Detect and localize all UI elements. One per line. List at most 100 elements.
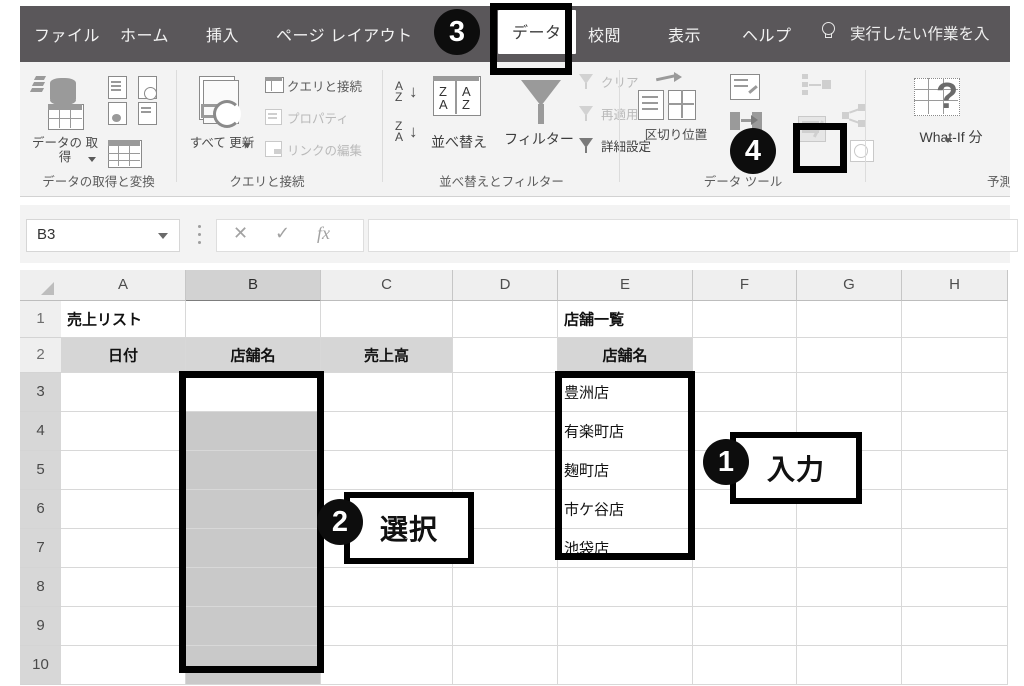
cell-A5[interactable]: [61, 451, 186, 490]
column-header-e[interactable]: E: [558, 270, 693, 301]
tab-page-layout[interactable]: ページ レイアウト: [276, 22, 413, 46]
cell-G7[interactable]: [797, 529, 902, 568]
custom-sort-icon[interactable]: Z A A Z: [433, 76, 481, 116]
row-header-3[interactable]: 3: [20, 373, 63, 412]
cell-H6[interactable]: [902, 490, 1008, 529]
sort-button-label[interactable]: 並べ替え: [431, 132, 487, 152]
consolidate-icon[interactable]: [802, 72, 836, 102]
cell-H1[interactable]: [902, 301, 1008, 338]
edit-links-item[interactable]: リンクの編集: [265, 140, 362, 159]
column-header-g[interactable]: G: [797, 270, 902, 301]
cell-A3[interactable]: [61, 373, 186, 412]
row-header-9[interactable]: 9: [20, 607, 63, 646]
cell-D1[interactable]: [453, 301, 558, 338]
cell-G3[interactable]: [797, 373, 902, 412]
cell-H7[interactable]: [902, 529, 1008, 568]
cell-A4[interactable]: [61, 412, 186, 451]
cell-G8[interactable]: [797, 568, 902, 607]
insert-function-icon[interactable]: fx: [317, 223, 330, 244]
cell-D10[interactable]: [453, 646, 558, 685]
cell-D8[interactable]: [453, 568, 558, 607]
table-icon[interactable]: [108, 140, 142, 168]
column-header-d[interactable]: D: [453, 270, 558, 301]
cell-D2[interactable]: [453, 338, 558, 373]
cell-A10[interactable]: [61, 646, 186, 685]
cell-H2[interactable]: [902, 338, 1008, 373]
text-to-columns-button[interactable]: 区切り位置: [630, 72, 722, 142]
cell-A2[interactable]: 日付: [61, 338, 186, 373]
cell-F10[interactable]: [693, 646, 797, 685]
cell-A9[interactable]: [61, 607, 186, 646]
get-data-button[interactable]: データの 取得: [26, 74, 104, 164]
cell-C5[interactable]: [321, 451, 453, 490]
row-header-10[interactable]: 10: [20, 646, 63, 685]
cell-C2[interactable]: 売上高: [321, 338, 453, 373]
cell-D5[interactable]: [453, 451, 558, 490]
cell-A1[interactable]: 売上リスト: [61, 301, 186, 338]
column-header-a[interactable]: A: [61, 270, 186, 301]
cell-E8[interactable]: [558, 568, 693, 607]
cell-F2[interactable]: [693, 338, 797, 373]
cell-G10[interactable]: [797, 646, 902, 685]
row-header-2[interactable]: 2: [20, 338, 62, 373]
cell-F7[interactable]: [693, 529, 797, 568]
cell-C4[interactable]: [321, 412, 453, 451]
cell-H5[interactable]: [902, 451, 1008, 490]
row-header-4[interactable]: 4: [20, 412, 63, 451]
tab-view[interactable]: 表示: [668, 22, 701, 46]
cell-A6[interactable]: [61, 490, 186, 529]
flash-fill-icon[interactable]: [730, 74, 764, 102]
cell-G2[interactable]: [797, 338, 902, 373]
row-header-6[interactable]: 6: [20, 490, 63, 529]
formula-input[interactable]: [368, 219, 1018, 252]
chevron-down-icon[interactable]: [88, 157, 96, 162]
cell-E10[interactable]: [558, 646, 693, 685]
row-header-5[interactable]: 5: [20, 451, 63, 490]
tab-file[interactable]: ファイル: [34, 22, 100, 46]
cell-C1[interactable]: [321, 301, 453, 338]
what-if-analysis-button[interactable]: ? What-If 分: [896, 72, 1006, 145]
tell-me-search-input[interactable]: 実行したい作業を入: [850, 22, 990, 44]
get-data-quick-icons[interactable]: [106, 74, 172, 138]
formula-bar-handle[interactable]: [198, 225, 201, 244]
cell-H3[interactable]: [902, 373, 1008, 412]
column-header-h[interactable]: H: [902, 270, 1008, 301]
cell-B2[interactable]: 店舗名: [186, 338, 321, 373]
cell-E1[interactable]: 店舗一覧: [558, 301, 693, 338]
cell-B1[interactable]: [186, 301, 321, 338]
cell-E9[interactable]: [558, 607, 693, 646]
tab-insert[interactable]: 挿入: [206, 22, 239, 46]
cancel-icon[interactable]: ✕: [233, 223, 248, 244]
row-header-8[interactable]: 8: [20, 568, 63, 607]
queries-connections-item[interactable]: クエリと接続: [265, 76, 362, 95]
cell-D4[interactable]: [453, 412, 558, 451]
select-all-corner[interactable]: [20, 270, 62, 301]
cell-H10[interactable]: [902, 646, 1008, 685]
confirm-icon[interactable]: ✓: [275, 223, 290, 244]
cell-F1[interactable]: [693, 301, 797, 338]
tab-home[interactable]: ホーム: [120, 22, 169, 46]
cell-F8[interactable]: [693, 568, 797, 607]
name-box[interactable]: B3: [26, 219, 180, 252]
row-header-1[interactable]: 1: [20, 301, 62, 338]
cell-F3[interactable]: [693, 373, 797, 412]
column-header-b[interactable]: B: [186, 270, 321, 302]
chevron-down-icon[interactable]: [243, 143, 251, 148]
cell-A7[interactable]: [61, 529, 186, 568]
sort-ascending-icon[interactable]: A Z ↓: [395, 79, 425, 106]
tab-help[interactable]: ヘルプ: [742, 22, 792, 46]
cell-H8[interactable]: [902, 568, 1008, 607]
cell-F9[interactable]: [693, 607, 797, 646]
sort-descending-icon[interactable]: Z A ↓: [395, 119, 425, 146]
chevron-down-icon[interactable]: [944, 138, 952, 143]
cell-C8[interactable]: [321, 568, 453, 607]
cell-D9[interactable]: [453, 607, 558, 646]
cell-C10[interactable]: [321, 646, 453, 685]
cell-G1[interactable]: [797, 301, 902, 338]
filter-button[interactable]: フィルター: [503, 74, 575, 147]
refresh-all-button[interactable]: すべて 更新: [185, 74, 259, 150]
cell-H4[interactable]: [902, 412, 1008, 451]
cell-H9[interactable]: [902, 607, 1008, 646]
column-header-c[interactable]: C: [321, 270, 453, 301]
row-header-7[interactable]: 7: [20, 529, 63, 568]
